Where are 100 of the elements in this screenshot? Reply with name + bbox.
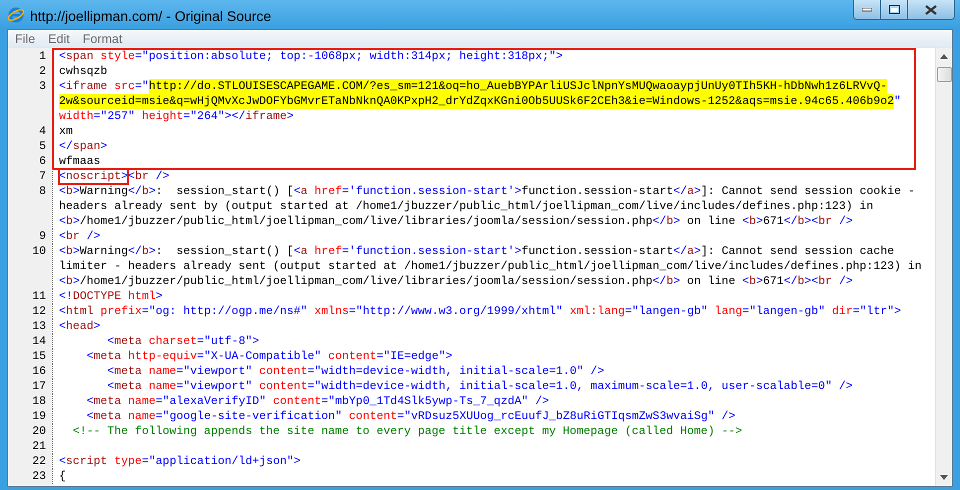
scroll-thumb[interactable] [936, 67, 952, 82]
code-text: cwhsqzb [59, 64, 108, 79]
tag-bracket: </ [652, 274, 666, 289]
attribute-value: " [894, 94, 901, 109]
tag-name: b [66, 274, 73, 289]
attribute-value: ="IE=edge"> [376, 349, 452, 364]
highlighted-url: http://do.STLOUISESCAPEGAME.COM/?es_sm=121&oq=ho_AuebBYPArliUSJclNpnYsMUQwaoaypjUnUy0TIh5KH-hDbNwh1z6LRVvQ- [148, 79, 888, 94]
tag-bracket: > [756, 214, 763, 229]
scrollbar[interactable] [935, 48, 952, 486]
line-number: 15 [32, 350, 46, 363]
line-number: 11 [32, 290, 46, 303]
tag-bracket: /> [838, 214, 853, 229]
scroll-down-icon[interactable] [940, 475, 948, 480]
code-text: : session_start() [ [156, 244, 294, 259]
tag-bracket: < [106, 364, 114, 379]
tag-name: meta [114, 334, 142, 349]
code-text: headers already sent by (output started at /home1/jbuzzer/public_html/joellipman_com/live/includes/defines.php:123) in [59, 199, 874, 214]
attribute-name: height [140, 109, 184, 124]
line-number: 23 [32, 470, 46, 483]
line-number: 1 [39, 50, 46, 63]
tag-bracket: < [59, 454, 66, 469]
tag-name: b [666, 214, 674, 229]
attribute-name: content [348, 409, 398, 424]
tag-bracket: > [156, 289, 163, 304]
attribute-name: content [258, 379, 308, 394]
tag-bracket: < [59, 319, 66, 334]
attribute-name: href [313, 244, 342, 259]
attribute-name: content [272, 394, 322, 409]
code-text: wfmaas [59, 154, 100, 169]
menu-item[interactable]: Edit [48, 30, 70, 48]
attribute-value: ="width=device-width, initial-scale=1.0" /> [307, 364, 604, 379]
close-button[interactable] [908, 0, 954, 19]
attribute-value: ="langen-gb" [742, 304, 826, 319]
tag-bracket: > [286, 109, 294, 124]
tag-name: span [66, 49, 94, 64]
tag-bracket: < [59, 49, 66, 64]
code-text: ]: Cannot send session cookie - [700, 184, 915, 199]
menu-item[interactable]: Format [82, 30, 122, 48]
tag-name: meta [114, 364, 142, 379]
tag-bracket: </ [652, 214, 666, 229]
attribute-value: ="utf-8"> [197, 334, 260, 349]
attribute-name: lang [714, 304, 742, 319]
attribute-name: xml:lang [568, 304, 625, 319]
tag-bracket: > [694, 244, 701, 259]
attribute-name: name [148, 379, 176, 394]
tag-name: b [66, 184, 73, 199]
line-number: 20 [32, 425, 46, 438]
browser-logo-icon [7, 6, 25, 24]
code-text: on line [686, 274, 736, 289]
tag-name: a [300, 184, 308, 199]
code-text: function.session-start [521, 244, 674, 259]
attribute-name: http-equiv [127, 349, 198, 364]
attribute-value: ="ltr"> [852, 304, 902, 319]
tag-name: noscript [66, 170, 122, 183]
menu-item[interactable]: File [15, 30, 36, 48]
tag-bracket: < [106, 379, 114, 394]
tag-name: b [66, 244, 73, 259]
tag-bracket: </ [784, 274, 798, 289]
tag-bracket: < [742, 214, 750, 229]
tag-bracket: < [59, 214, 66, 229]
tag-bracket: > [148, 244, 156, 259]
tag-bracket: < [59, 304, 66, 319]
attribute-value: ="google-site-verification" [156, 409, 342, 424]
tag-bracket: < [86, 394, 94, 409]
tag-bracket: < [106, 334, 114, 349]
scroll-up-icon[interactable] [940, 54, 948, 59]
attribute-name: name [127, 409, 156, 424]
line-number: 6 [39, 155, 46, 168]
tag-bracket: < [742, 274, 750, 289]
attribute-value: ="vRDsuz5XUUog_rcEuufJ_bZ8uRiGTIqsmZwS3wvaiSg" /> [397, 409, 736, 424]
tag-name: b [749, 214, 756, 229]
attribute-name: style [99, 49, 135, 64]
maximize-button[interactable] [881, 0, 908, 19]
tag-bracket: > [72, 184, 80, 199]
line-number: 3 [39, 80, 46, 93]
minimize-button[interactable] [854, 0, 881, 19]
line-number: 7 [39, 170, 46, 183]
tag-name: b [66, 214, 73, 229]
close-icon [925, 4, 937, 14]
line-number: 4 [39, 125, 46, 138]
code-text: /home1/jbuzzer/public_html/joellipman_com/live/libraries/joomla/session/session.php [80, 214, 653, 229]
tag-bracket: < [59, 274, 66, 289]
highlighted-url: 2w&sourceid=msie&q=wHjQMvXcJwDOFYbGMvrETaNbNknQA0KPxpH2_drYdZqxKGni0Ob5UUSk6F2CEh3&ie=Windows-1252&aqs=msie.94c65.406b9o2 [59, 94, 894, 109]
tag-bracket: </ [673, 184, 688, 199]
tag-bracket: /> [86, 229, 100, 244]
attribute-value: =" [134, 79, 149, 94]
code-text: 671 [762, 214, 784, 229]
tag-bracket: > [148, 184, 156, 199]
attribute-value: ="application/ld+json"> [142, 454, 301, 469]
window-title: http://joellipman.com/ - Original Source [30, 7, 272, 26]
tag-name: b [666, 274, 674, 289]
tag-bracket: < [86, 409, 94, 424]
code-text: xm [59, 124, 73, 139]
attribute-name: html [127, 289, 156, 304]
tag-name: b [749, 274, 756, 289]
attribute-value: ="mbYp0_1Td4Slk5ywp-Ts_7_qzdA" /> [321, 394, 550, 409]
tag-bracket: > [100, 139, 108, 154]
tag-bracket: > [72, 214, 80, 229]
line-number: 5 [39, 140, 46, 153]
code-text: { [59, 469, 66, 484]
